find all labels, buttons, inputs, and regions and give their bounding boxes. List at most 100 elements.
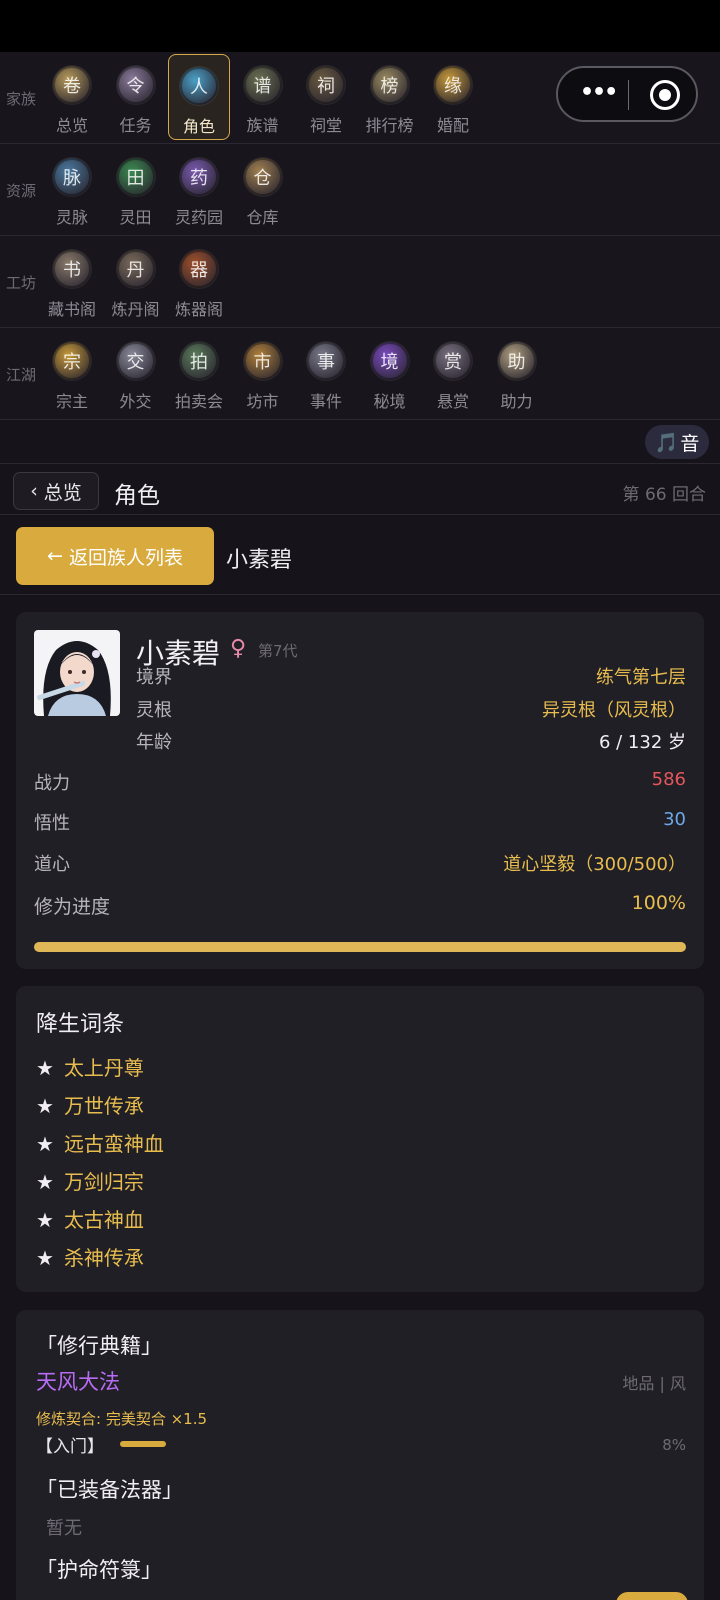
spirit-field-icon: 田 bbox=[116, 158, 155, 196]
nav-item-mission[interactable]: 令任务 bbox=[105, 52, 167, 144]
target-circle-icon[interactable] bbox=[650, 80, 680, 110]
warehouse-icon: 仓 bbox=[243, 158, 282, 196]
nav-item-secret-realm[interactable]: 境秘境 bbox=[359, 328, 421, 420]
age-label: 年龄 bbox=[136, 732, 172, 753]
nav-item-label: 灵药园 bbox=[174, 208, 223, 227]
return-to-member-list-button[interactable]: ← 返回族人列表 bbox=[16, 527, 214, 585]
star-icon: ★ bbox=[36, 1170, 54, 1194]
nav-item-label: 事件 bbox=[309, 392, 342, 411]
round-counter: 第 66 回合 bbox=[622, 485, 706, 505]
character-portrait bbox=[34, 630, 120, 716]
manual-section-title: 「修行典籍」 bbox=[36, 1334, 162, 1358]
star-icon: ★ bbox=[36, 1094, 54, 1118]
music-note-icon: 🎵 bbox=[654, 431, 679, 454]
nav-item-herb-garden[interactable]: 药灵药园 bbox=[168, 144, 230, 236]
nav-row-2: 工坊书藏书阁丹炼丹阁器炼器阁 bbox=[0, 236, 720, 328]
nav-item-library[interactable]: 书藏书阁 bbox=[41, 236, 103, 328]
nav-item-bounty[interactable]: 赏悬赏 bbox=[422, 328, 484, 420]
more-dots-icon[interactable]: ••• bbox=[580, 80, 618, 105]
marriage-icon: 缘 bbox=[434, 66, 472, 104]
nav-item-label: 仓库 bbox=[246, 208, 279, 227]
tree-icon: 谱 bbox=[243, 66, 282, 104]
back-to-overview-button[interactable]: ‹ 总览 bbox=[13, 472, 99, 510]
nav-item-forge[interactable]: 器炼器阁 bbox=[168, 236, 230, 328]
nav-item-label: 坊市 bbox=[246, 392, 279, 411]
nav-item-label: 灵脉 bbox=[55, 208, 88, 227]
birth-trait-name: 万世传承 bbox=[63, 1094, 144, 1118]
birth-traits-card: 降生词条 ★ 太上丹尊 ★ 万世传承 ★ 远古蛮神血 ★ 万剑归宗 ★ 太古神血 ★ 杀神传承 bbox=[16, 986, 704, 1292]
nav-item-assist[interactable]: 助助力 bbox=[486, 328, 548, 420]
talisman-action-button[interactable] bbox=[616, 1592, 688, 1600]
music-toggle-button[interactable]: 🎵 音 bbox=[645, 425, 709, 459]
nav-item-label: 任务 bbox=[119, 116, 152, 135]
artifact-section-title: 「已装备法器」 bbox=[36, 1478, 183, 1502]
generation-label: 第7代 bbox=[258, 642, 298, 660]
dao-heart-value: 道心坚毅（300/500） bbox=[503, 854, 686, 875]
page-title: 角色 bbox=[114, 483, 160, 509]
status-bar bbox=[0, 0, 720, 52]
nav-row-label: 工坊 bbox=[6, 274, 37, 292]
return-label: 返回族人列表 bbox=[68, 546, 183, 569]
nav-item-label: 炼丹阁 bbox=[111, 300, 160, 319]
secret-realm-icon: 境 bbox=[370, 342, 409, 380]
manual-progress-bar bbox=[120, 1441, 166, 1447]
nav-item-label: 族谱 bbox=[246, 116, 279, 135]
nav-item-shrine[interactable]: 祠祠堂 bbox=[295, 52, 357, 144]
star-icon: ★ bbox=[36, 1056, 54, 1080]
nav-item-sect-leader[interactable]: 宗宗主 bbox=[41, 328, 103, 420]
diplomacy-icon: 交 bbox=[116, 342, 155, 380]
birth-trait-item: ★ 太古神血 bbox=[36, 1204, 144, 1233]
insight-value: 30 bbox=[663, 809, 686, 830]
dao-heart-label: 道心 bbox=[34, 854, 70, 875]
birth-trait-name: 太古神血 bbox=[63, 1208, 144, 1232]
spirit-root-label: 灵根 bbox=[136, 700, 172, 721]
cultivation-progress-fill bbox=[34, 942, 686, 952]
star-icon: ★ bbox=[36, 1132, 54, 1156]
nav-item-diplomacy[interactable]: 交外交 bbox=[105, 328, 167, 420]
nav-item-label: 总览 bbox=[55, 116, 88, 135]
nav-item-auction[interactable]: 拍拍卖会 bbox=[168, 328, 230, 420]
power-label: 战力 bbox=[34, 773, 70, 794]
ranking-icon: 榜 bbox=[370, 66, 409, 104]
nav-item-market[interactable]: 市坊市 bbox=[232, 328, 294, 420]
nav-item-character[interactable]: 人角色 bbox=[168, 54, 230, 140]
nav-item-label: 悬赏 bbox=[436, 392, 469, 411]
nav-item-label: 婚配 bbox=[436, 116, 469, 135]
manual-grade: 地品 | 风 bbox=[622, 1374, 686, 1393]
alchemy-icon: 丹 bbox=[116, 250, 155, 288]
insight-label: 悟性 bbox=[34, 813, 70, 834]
nav-row-label: 江湖 bbox=[6, 366, 37, 384]
spirit-root-value: 异灵根（风灵根） bbox=[542, 700, 686, 721]
nav-item-tree[interactable]: 谱族谱 bbox=[232, 52, 294, 144]
birth-trait-name: 远古蛮神血 bbox=[63, 1132, 164, 1156]
breadcrumb-bar: ‹ 总览 角色 第 66 回合 bbox=[0, 463, 720, 515]
nav-item-scroll[interactable]: 卷总览 bbox=[41, 52, 103, 144]
birth-trait-name: 杀神传承 bbox=[63, 1246, 144, 1270]
nav-item-spirit-field[interactable]: 田灵田 bbox=[105, 144, 167, 236]
mini-program-capsule: ••• bbox=[556, 66, 698, 122]
nav-item-ranking[interactable]: 榜排行榜 bbox=[359, 52, 421, 144]
manual-name[interactable]: 天风大法 bbox=[36, 1366, 120, 1396]
birth-trait-item: ★ 万世传承 bbox=[36, 1090, 144, 1119]
nav-item-label: 祠堂 bbox=[309, 116, 342, 135]
nav-item-marriage[interactable]: 缘婚配 bbox=[422, 52, 484, 144]
nav-item-label: 藏书阁 bbox=[47, 300, 96, 319]
birth-traits-title: 降生词条 bbox=[36, 1012, 125, 1037]
realm-value: 练气第七层 bbox=[596, 667, 686, 688]
birth-trait-item: ★ 杀神传承 bbox=[36, 1242, 144, 1271]
cultivation-progress-value: 100% bbox=[631, 892, 686, 914]
birth-trait-item: ★ 太上丹尊 bbox=[36, 1052, 144, 1081]
nav-item-spirit-vein[interactable]: 脉灵脉 bbox=[41, 144, 103, 236]
nav-row-label: 家族 bbox=[6, 90, 37, 108]
spirit-vein-icon: 脉 bbox=[53, 158, 91, 196]
nav-item-warehouse[interactable]: 仓仓库 bbox=[232, 144, 294, 236]
nav-item-event[interactable]: 事事件 bbox=[295, 328, 357, 420]
library-icon: 书 bbox=[53, 250, 91, 288]
nav-row-1: 资源脉灵脉田灵田药灵药园仓仓库 bbox=[0, 144, 720, 236]
nav-item-alchemy[interactable]: 丹炼丹阁 bbox=[105, 236, 167, 328]
capsule-divider bbox=[628, 80, 629, 110]
nav-item-label: 秘境 bbox=[373, 392, 406, 411]
scroll-icon: 卷 bbox=[53, 66, 91, 104]
arrow-left-icon: ← bbox=[47, 545, 63, 567]
cultivation-progress-label: 修为进度 bbox=[34, 896, 111, 918]
